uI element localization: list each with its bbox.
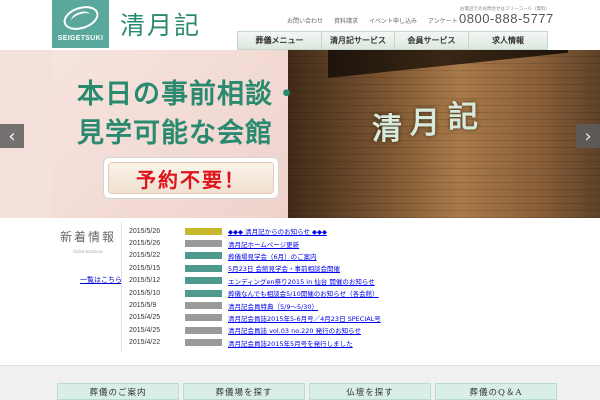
event-signup-link[interactable]: イベント申し込み	[369, 16, 417, 25]
nav-services[interactable]: 清月記サービス	[321, 31, 394, 50]
tel-number[interactable]: 0800-888-5777	[459, 11, 554, 26]
news-title: 新着情報	[60, 230, 117, 244]
slider-prev-arrow-icon[interactable]: ‹	[0, 124, 24, 148]
news-date: 2015/5/26	[129, 227, 161, 235]
logo-mark-icon	[59, 1, 102, 34]
news-date: 2015/5/12	[129, 277, 161, 285]
news-row: 2015/4/25 清月記会員誌 vol.03 no.220 発行のお知らせ	[129, 324, 549, 336]
news-row: 2015/5/12 エンディングen祭り2015 in 仙台 開催のお知らせ	[129, 275, 549, 287]
bottom-nav-find-venue[interactable]: 葬儀場を探す	[183, 383, 305, 400]
news-row: 2015/5/10 葬儀なんでも相談会5/10開催のお知らせ（各会館）	[129, 287, 549, 299]
nav-funeral-menu[interactable]: 葬儀メニュー	[237, 31, 321, 50]
news-date: 2015/4/22	[129, 339, 161, 347]
news-category-badge	[185, 252, 222, 260]
news-category-badge	[185, 277, 222, 285]
news-row: 2015/5/26 ◆◆◆ 清月記からのお知らせ ◆◆◆	[129, 225, 549, 237]
news-category-badge	[185, 264, 222, 272]
no-reservation-badge[interactable]: 予約不要！	[103, 157, 279, 199]
bottom-nav-funeral-guide[interactable]: 葬儀のご案内	[57, 383, 179, 400]
contact-link[interactable]: お問い合わせ	[287, 16, 323, 25]
news-date: 2015/5/22	[129, 252, 161, 260]
news-link[interactable]: 清月記ホームページ更新	[228, 239, 299, 249]
news-date: 2015/5/10	[129, 289, 161, 297]
nav-member-services[interactable]: 会員サービス	[394, 31, 468, 50]
main-nav: 葬儀メニュー 清月記サービス 会員サービス 求人情報	[237, 31, 548, 50]
news-divider	[121, 222, 122, 352]
news-link[interactable]: 5月23日 会館見学会・事前相談会開催	[228, 263, 340, 273]
news-row: 2015/5/26 清月記ホームページ更新	[129, 237, 549, 249]
news-category-badge	[185, 326, 222, 334]
news-more-link[interactable]: 一覧はこちら	[80, 275, 122, 285]
logo-text: SEIGETSUKI	[57, 34, 104, 42]
bottom-nav-faq[interactable]: 葬儀のQ＆A	[435, 383, 557, 400]
news-row: 2015/5/9 清月記会員特典（5/9〜5/30）	[129, 299, 549, 311]
news-link[interactable]: 清月記会員誌 vol.03 no.220 発行のお知らせ	[228, 325, 361, 335]
utility-nav: お問い合わせ 資料請求 イベント申し込み アンケート	[287, 16, 458, 25]
news-date: 2015/4/25	[129, 326, 161, 334]
nav-jobs[interactable]: 求人情報	[468, 31, 548, 50]
news-date: 2015/5/15	[129, 264, 161, 272]
hero-banner[interactable]: 清 月 記 本日の事前相談・ 見学可能な会館 予約不要！	[0, 50, 600, 218]
news-link[interactable]: 葬儀なんでも相談会5/10開催のお知らせ（各会館）	[228, 288, 379, 298]
sign-char-2: 月	[410, 106, 440, 141]
news-category-badge	[185, 289, 222, 297]
news-row: 2015/4/25 清月記会員誌2015年5-6月号／4月23日 SPECIAL…	[129, 312, 549, 324]
news-link[interactable]: エンディングen祭り2015 in 仙台 開催のお知らせ	[228, 276, 375, 286]
news-list: 2015/5/26 ◆◆◆ 清月記からのお知らせ ◆◆◆ 2015/5/26 清…	[129, 225, 549, 349]
news-category-badge	[185, 339, 222, 347]
news-link[interactable]: ◆◆◆ 清月記からのお知らせ ◆◆◆	[228, 226, 327, 236]
survey-link[interactable]: アンケート	[428, 16, 458, 25]
sign-char-1: 清	[372, 112, 402, 147]
news-link[interactable]: 清月記会員誌2015年5月号を発行しました	[228, 338, 353, 348]
nav-jobs-label: 求人情報	[492, 36, 524, 45]
hero-building-photo: 清 月 記	[288, 50, 600, 218]
nav-services-label: 清月記サービス	[330, 36, 386, 45]
brochure-request-link[interactable]: 資料請求	[334, 16, 358, 25]
news-category-badge	[185, 240, 222, 248]
nav-member-services-label: 会員サービス	[407, 36, 456, 45]
news-row: 2015/5/22 葬儀場見学会（6月）のご案内	[129, 250, 549, 262]
news-link[interactable]: 清月記会員誌2015年5-6月号／4月23日 SPECIAL号	[228, 313, 381, 323]
news-link[interactable]: 葬儀場見学会（6月）のご案内	[228, 251, 317, 261]
news-link[interactable]: 清月記会員特典（5/9〜5/30）	[228, 301, 318, 311]
news-category-badge	[185, 227, 222, 235]
logo[interactable]: SEIGETSUKI	[52, 0, 109, 48]
bottom-nav-find-altar[interactable]: 仏壇を探す	[309, 383, 431, 400]
nav-funeral-menu-label: 葬儀メニュー	[255, 36, 304, 45]
news-subtitle: Information	[73, 249, 104, 255]
news-category-badge	[185, 314, 222, 322]
brand-name: 清月記	[120, 11, 202, 40]
news-row: 2015/4/22 清月記会員誌2015年5月号を発行しました	[129, 337, 549, 349]
news-date: 2015/4/25	[129, 314, 161, 322]
slider-next-arrow-icon[interactable]: ›	[576, 124, 600, 148]
news-row: 2015/5/15 5月23日 会館見学会・事前相談会開催	[129, 262, 549, 274]
no-reservation-label: 予約不要！	[108, 162, 274, 194]
hero-headline-line1: 本日の事前相談・	[77, 79, 301, 110]
hero-headline-line2: 見学可能な会館	[77, 118, 273, 149]
news-date: 2015/5/9	[129, 302, 157, 310]
sign-char-3: 記	[448, 100, 478, 135]
news-category-badge	[185, 302, 222, 310]
news-date: 2015/5/26	[129, 240, 161, 248]
